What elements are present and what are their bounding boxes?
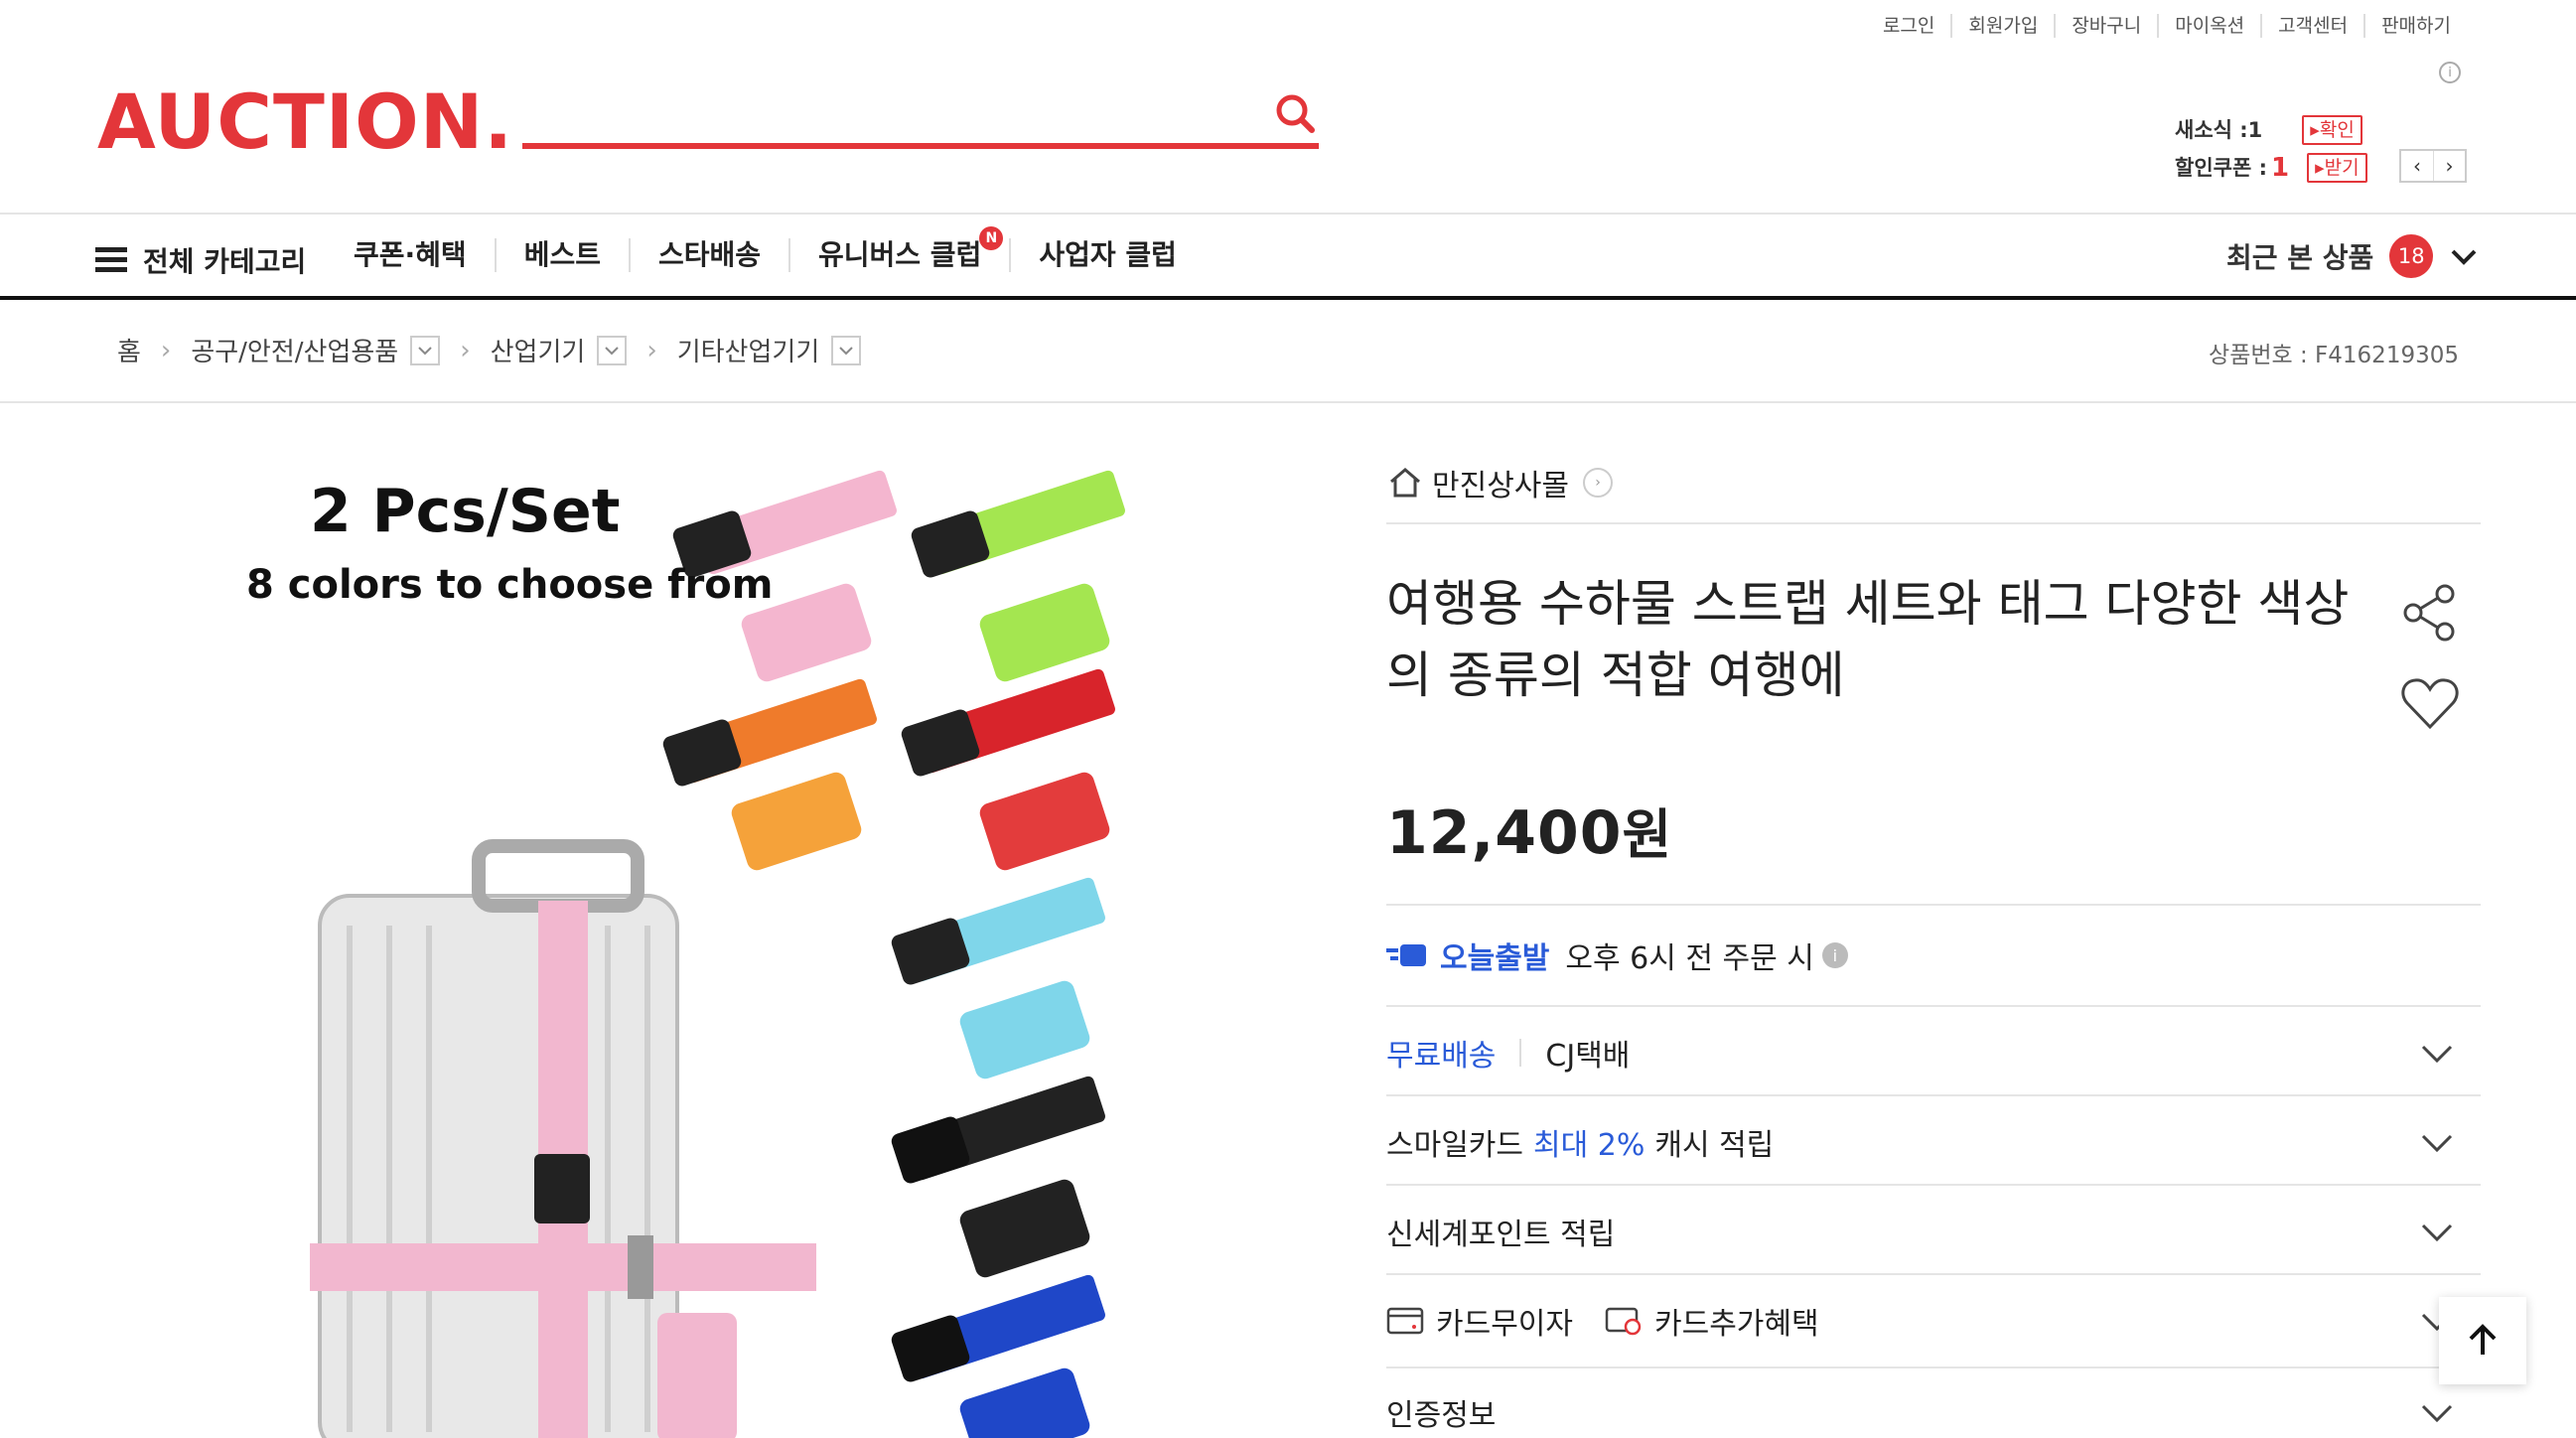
recent-products-label: 최근 본 상품	[2226, 241, 2374, 274]
chevron-down-icon[interactable]	[597, 335, 628, 365]
smile-card-rate: 최대 2%	[1533, 1128, 1646, 1163]
divider	[1386, 1094, 2481, 1096]
smile-card-suffix: 캐시 적립	[1654, 1128, 1775, 1163]
today-shipping-label: 오늘출발	[1440, 941, 1550, 976]
today-shipping: 오늘출발 오후 6시 전 주문 시 i	[1386, 934, 1848, 977]
sell-link[interactable]: 판매하기	[2363, 14, 2467, 38]
auction-logo[interactable]: AUCTION.	[97, 77, 513, 167]
divider	[1386, 1184, 2481, 1186]
heart-icon[interactable]	[2397, 671, 2463, 737]
chevron-right-icon: ›	[460, 335, 471, 365]
login-link[interactable]: 로그인	[1867, 14, 1950, 38]
all-categories-button[interactable]: 전체 카테고리	[95, 240, 306, 280]
search-icon[interactable]	[1273, 91, 1317, 135]
coupon-count: 1	[2271, 153, 2290, 183]
product-number: 상품번호 : F416219305	[2209, 343, 2459, 368]
my-auction-link[interactable]: 마이옥션	[2157, 14, 2260, 38]
signup-link[interactable]: 회원가입	[1950, 14, 2054, 38]
breadcrumb-level-2[interactable]: 산업기기	[491, 332, 586, 368]
image-subtitle: 8 colors to choose from	[246, 562, 774, 608]
free-delivery-label: 무료배송	[1386, 1039, 1497, 1074]
nav-best[interactable]: 베스트	[494, 238, 629, 272]
product-title: 여행용 수하물 스트랩 세트와 태그 다양한 색상의 종류의 적합 여행에	[1386, 575, 2350, 704]
cart-link[interactable]: 장바구니	[2054, 14, 2157, 38]
news-check-button[interactable]: ▸확인	[2302, 115, 2362, 145]
breadcrumb-level-1[interactable]: 공구/안전/산업용품	[191, 332, 398, 368]
news-count: 1	[2247, 118, 2263, 142]
image-title: 2 Pcs/Set	[310, 477, 621, 546]
hamburger-icon	[95, 247, 127, 273]
seller-link[interactable]: 만진상사몰 ›	[1388, 461, 1613, 504]
breadcrumb-level-3[interactable]: 기타산업기기	[677, 332, 820, 368]
fast-delivery-icon	[1386, 944, 1426, 966]
notice-pager: ‹ ›	[2399, 149, 2467, 183]
shinsegae-point-label: 신세계포인트 적립	[1386, 1218, 1616, 1252]
today-shipping-desc: 오후 6시 전 주문 시	[1565, 941, 1814, 976]
divider	[1519, 1039, 1522, 1067]
all-categories-label: 전체 카테고리	[143, 245, 307, 278]
divider	[1386, 1005, 2481, 1007]
share-icon[interactable]	[2397, 580, 2463, 646]
info-icon[interactable]: i	[1821, 942, 1848, 968]
scroll-to-top-button[interactable]	[2439, 1297, 2526, 1384]
main-nav: 전체 카테고리 쿠폰·혜택 베스트 스타배송 유니버스 클럽 N 사업자 클럽 최…	[0, 213, 2576, 300]
card-benefit-row[interactable]: 카드무이자 카드추가혜택	[1386, 1277, 2481, 1365]
recent-count-badge: 18	[2389, 234, 2434, 278]
smile-card-label: 스마일카드	[1386, 1128, 1523, 1163]
chevron-down-icon	[2421, 1404, 2453, 1423]
arrow-up-icon	[2469, 1324, 2497, 1355]
seller-name: 만진상사몰	[1432, 469, 1569, 503]
card-benefit-label: 카드추가혜택	[1654, 1307, 1819, 1342]
prev-icon[interactable]: ‹	[2401, 151, 2433, 181]
info-icon[interactable]: i	[2439, 62, 2461, 83]
card-icon	[1386, 1307, 1424, 1335]
chevron-right-icon: ›	[1583, 468, 1613, 498]
search-input[interactable]	[522, 85, 1237, 141]
chevron-down-icon	[2421, 1223, 2453, 1242]
home-icon	[1390, 468, 1420, 498]
chevron-down-icon	[2451, 249, 2477, 265]
nav-universe-club[interactable]: 유니버스 클럽 N	[788, 226, 1009, 272]
nav-links: 쿠폰·혜택 베스트 스타배송 유니버스 클럽 N 사업자 클럽	[354, 226, 1205, 272]
chevron-down-icon[interactable]	[410, 335, 441, 365]
card-installment-label: 카드무이자	[1436, 1307, 1573, 1342]
certification-row[interactable]: 인증정보	[1386, 1368, 2481, 1438]
breadcrumb: 홈 › 공구/안전/산업용품 › 산업기기 › 기타산업기기 상품번호 : F4…	[0, 300, 2576, 403]
news-label: 새소식 :	[2175, 118, 2248, 142]
divider	[1386, 904, 2481, 906]
chevron-right-icon: ›	[160, 335, 172, 365]
notice-box: 새소식 : 1 ▸확인 할인쿠폰 : 1 ▸받기	[2175, 111, 2367, 187]
shinsegae-point-row[interactable]: 신세계포인트 적립	[1386, 1188, 2481, 1275]
certification-label: 인증정보	[1386, 1398, 1497, 1433]
smile-card-row[interactable]: 스마일카드 최대 2% 캐시 적립	[1386, 1098, 2481, 1186]
product-price: 12,400원	[1386, 791, 1672, 869]
breadcrumb-home[interactable]: 홈	[117, 332, 141, 368]
nav-business-club[interactable]: 사업자 클럽	[1009, 238, 1205, 272]
new-badge: N	[979, 226, 1004, 250]
coupon-label: 할인쿠폰 :	[2175, 156, 2267, 180]
price-value: 12,400	[1386, 798, 1623, 868]
nav-universe-club-label: 유니버스 클럽	[818, 238, 982, 271]
coupon-receive-button[interactable]: ▸받기	[2307, 153, 2367, 183]
price-unit: 원	[1622, 803, 1673, 866]
next-icon[interactable]: ›	[2433, 151, 2465, 181]
card-plus-icon	[1605, 1307, 1642, 1336]
chevron-right-icon: ›	[646, 335, 657, 365]
chevron-down-icon	[2421, 1134, 2453, 1153]
utility-links: 로그인 회원가입 장바구니 마이옥션 고객센터 판매하기	[1867, 14, 2467, 38]
nav-star-delivery[interactable]: 스타배송	[628, 238, 788, 272]
nav-coupon-benefits[interactable]: 쿠폰·혜택	[354, 238, 495, 272]
product-image[interactable]: 2 Pcs/Set 8 colors to choose from	[230, 459, 1144, 1438]
recent-products-button[interactable]: 최근 본 상품 18	[2226, 234, 2481, 278]
page: { "util_links": ["로그인", "회원가입", "장바구니", …	[0, 0, 2576, 1438]
delivery-row[interactable]: 무료배송 CJ택배	[1386, 1009, 2481, 1096]
chevron-down-icon[interactable]	[831, 335, 862, 365]
divider	[1386, 522, 2481, 524]
carrier-label: CJ택배	[1545, 1039, 1631, 1074]
chevron-down-icon	[2421, 1045, 2453, 1064]
customer-center-link[interactable]: 고객센터	[2260, 14, 2363, 38]
search-bar	[522, 85, 1319, 149]
divider	[1386, 1273, 2481, 1275]
